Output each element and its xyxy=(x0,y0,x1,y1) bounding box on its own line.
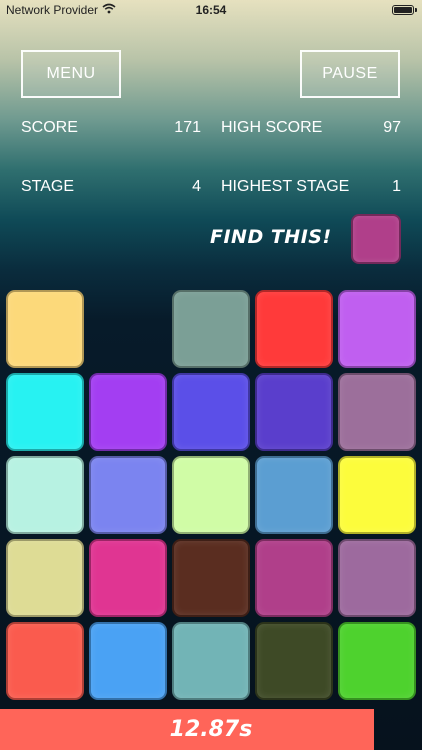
color-tile[interactable] xyxy=(338,539,416,617)
color-tile[interactable] xyxy=(89,456,167,534)
color-tile[interactable] xyxy=(172,290,250,368)
color-tile[interactable] xyxy=(6,456,84,534)
color-grid xyxy=(6,290,416,700)
color-tile[interactable] xyxy=(255,290,333,368)
color-tile[interactable] xyxy=(255,539,333,617)
color-tile[interactable] xyxy=(6,290,84,368)
color-tile[interactable] xyxy=(89,373,167,451)
color-tile[interactable] xyxy=(172,539,250,617)
color-tile[interactable] xyxy=(255,373,333,451)
color-tile[interactable] xyxy=(338,290,416,368)
color-tile[interactable] xyxy=(172,456,250,534)
color-tile[interactable] xyxy=(89,539,167,617)
color-tile[interactable] xyxy=(338,373,416,451)
find-this-label: FIND THIS! xyxy=(210,226,332,248)
score-label: SCORE xyxy=(21,119,78,136)
stage-label: STAGE xyxy=(21,178,75,195)
target-color-swatch xyxy=(351,214,401,264)
color-tile[interactable] xyxy=(255,622,333,700)
highest-stage-value: 1 xyxy=(392,178,401,195)
menu-button[interactable]: MENU xyxy=(21,50,121,98)
battery-icon xyxy=(392,5,417,15)
highest-stage-label: HIGHEST STAGE xyxy=(221,178,350,195)
high-score-value: 97 xyxy=(383,119,401,136)
color-tile[interactable] xyxy=(172,622,250,700)
color-tile[interactable] xyxy=(89,622,167,700)
color-tile[interactable] xyxy=(255,456,333,534)
color-tile[interactable] xyxy=(6,539,84,617)
pause-button[interactable]: PAUSE xyxy=(300,50,400,98)
timer-label: 12.87s xyxy=(169,717,253,742)
score-value: 171 xyxy=(174,119,201,136)
stage-value: 4 xyxy=(192,178,201,195)
status-bar: Network Provider 16:54 xyxy=(0,0,422,20)
color-tile[interactable] xyxy=(6,622,84,700)
color-tile[interactable] xyxy=(6,373,84,451)
status-time: 16:54 xyxy=(195,3,227,17)
color-tile[interactable] xyxy=(338,456,416,534)
color-tile[interactable] xyxy=(172,373,250,451)
color-tile[interactable] xyxy=(338,622,416,700)
high-score-label: HIGH SCORE xyxy=(221,119,323,136)
